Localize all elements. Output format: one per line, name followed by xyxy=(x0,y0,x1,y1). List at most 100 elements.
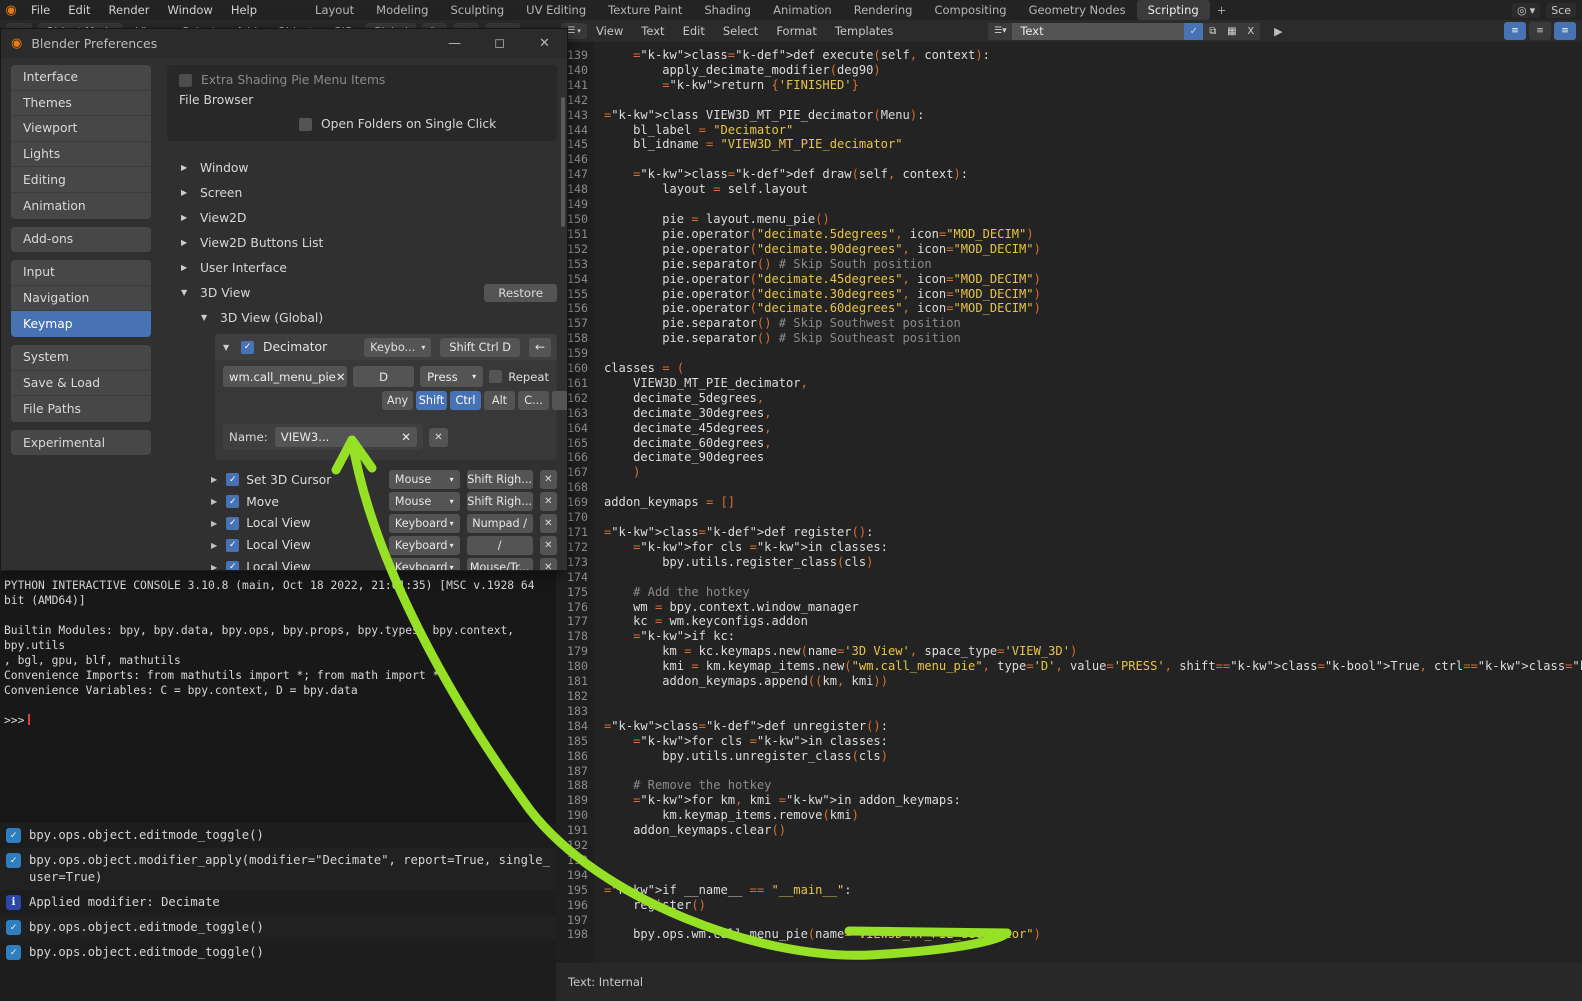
blender-logo-icon[interactable]: ◉ xyxy=(0,3,22,18)
log-row[interactable]: ✓ bpy.ops.object.editmode_toggle() xyxy=(0,823,556,848)
chevron-right-icon[interactable]: ▶ xyxy=(211,475,219,484)
line-numbers-icon[interactable]: ≡ xyxy=(1504,22,1526,40)
chevron-right-icon[interactable]: ▶ xyxy=(211,541,219,550)
checkbox[interactable] xyxy=(179,73,192,87)
syntax-highlight-icon[interactable]: ≡ xyxy=(1554,22,1576,40)
sidebar-item-add-ons[interactable]: Add-ons xyxy=(11,226,151,253)
modifier-any[interactable]: Any xyxy=(382,391,413,410)
keymap-row-local-view-1[interactable]: ▶ ✓ Local View Keyboard ▾ Numpad / ✕ xyxy=(199,513,558,535)
keymap-row-shortcut[interactable]: / xyxy=(466,535,533,555)
run-script-icon[interactable]: ▶ xyxy=(1268,23,1288,40)
preferences-main-panel[interactable]: Extra Shading Pie Menu Items File Browse… xyxy=(161,57,567,570)
keymap-row-device[interactable]: Keyboard ▾ xyxy=(388,513,460,533)
keymap-tree-window[interactable]: ▶ Window xyxy=(167,155,557,180)
modifier-shift[interactable]: Shift xyxy=(416,391,447,410)
workspace-tab-scripting[interactable]: Scripting xyxy=(1136,0,1210,20)
keymap-tree-view2d[interactable]: ▶ View2D xyxy=(167,205,557,230)
keymap-row-move[interactable]: ▶ ✓ Move Mouse ▾ Shift Righ... ✕ xyxy=(199,491,558,513)
keymap-row-checkbox[interactable]: ✓ xyxy=(226,495,240,509)
restore-arrow-icon[interactable]: ← xyxy=(529,337,551,357)
keymap-tree-user-interface[interactable]: ▶ User Interface xyxy=(167,255,557,280)
close-icon[interactable]: X xyxy=(1241,22,1261,40)
keymap-row-shortcut[interactable]: Shift Righ... xyxy=(466,492,533,512)
sidebar-item-experimental[interactable]: Experimental xyxy=(11,429,151,456)
checkbox[interactable] xyxy=(299,117,312,131)
keymap-tree-3d-view[interactable]: ▼ 3D View Restore xyxy=(167,280,557,305)
keymap-row-local-view-2[interactable]: ▶ ✓ Local View Keyboard ▾ / ✕ xyxy=(199,534,558,556)
topbar-menu-help[interactable]: Help xyxy=(222,0,266,20)
shield-check-icon[interactable]: ✓ xyxy=(1184,22,1204,40)
sidebar-item-input[interactable]: Input xyxy=(11,260,151,286)
sidebar-item-interface[interactable]: Interface xyxy=(11,65,151,91)
keymap-row-local-view-3[interactable]: ▶ ✓ Local View Keyboard ▾ Mouse/Tr... ✕ xyxy=(199,556,558,570)
preferences-titlebar[interactable]: ◉ Blender Preferences — ◻ ✕ xyxy=(1,29,567,57)
event-value-dropdown[interactable]: Press ▾ xyxy=(420,366,484,387)
keymap-row-shortcut[interactable]: Shift Righ... xyxy=(466,470,533,490)
minimize-icon[interactable]: — xyxy=(432,29,477,57)
chevron-right-icon[interactable]: ▶ xyxy=(211,497,219,506)
console-prompt-line[interactable]: >>> xyxy=(4,713,552,728)
python-console[interactable]: PYTHON INTERACTIVE CONSOLE 3.10.8 (main,… xyxy=(0,572,556,823)
x-icon[interactable]: ✕ xyxy=(336,370,346,384)
sidebar-item-lights[interactable]: Lights xyxy=(11,141,151,168)
open-folders-row[interactable]: Open Folders on Single Click xyxy=(299,117,545,131)
modifier-alt[interactable]: Alt xyxy=(484,391,515,410)
modifier-key-modifier[interactable] xyxy=(552,391,567,410)
editor-menu-format[interactable]: Format xyxy=(767,20,826,42)
preferences-scrollbar[interactable] xyxy=(561,97,565,227)
text-name-field[interactable]: Text xyxy=(1012,24,1184,38)
log-row[interactable]: ✓ bpy.ops.object.editmode_toggle() xyxy=(0,915,556,940)
keymap-subtree-3d-view-global[interactable]: ▼ 3D View (Global) xyxy=(167,305,557,330)
workspace-tab-geometry-nodes[interactable]: Geometry Nodes xyxy=(1018,0,1137,20)
workspace-tab-modeling[interactable]: Modeling xyxy=(365,0,439,20)
chevron-right-icon[interactable]: ▶ xyxy=(211,563,219,570)
blender-preferences-window[interactable]: ◉ Blender Preferences — ◻ ✕ Interface Th… xyxy=(0,28,568,570)
keymap-row-device[interactable]: Mouse ▾ xyxy=(388,492,460,512)
editor-menu-view[interactable]: View xyxy=(587,20,632,42)
cut-off-option-row[interactable]: Extra Shading Pie Menu Items xyxy=(179,73,545,87)
keymap-row-device[interactable]: Mouse ▾ xyxy=(388,470,460,490)
workspace-tab-compositing[interactable]: Compositing xyxy=(923,0,1017,20)
log-row[interactable]: i Applied modifier: Decimate xyxy=(0,890,556,915)
text-datablock-selector[interactable]: ☰▾ Text ✓ ⧉ ▦ X xyxy=(988,22,1261,40)
topbar-menu-edit[interactable]: Edit xyxy=(59,0,99,20)
word-wrap-icon[interactable]: ≡ xyxy=(1529,22,1551,40)
keymap-row-device[interactable]: Keyboard ▾ xyxy=(388,535,460,555)
workspace-tab-texture-paint[interactable]: Texture Paint xyxy=(597,0,693,20)
map-type-dropdown[interactable]: Keybo... ▾ xyxy=(364,337,432,357)
x-icon[interactable]: ✕ xyxy=(539,513,558,533)
text-editor-body[interactable]: 139 140 141 142 143 144 145 146 147 148 149 150 151 1… xyxy=(556,42,1582,963)
sidebar-item-navigation[interactable]: Navigation xyxy=(11,285,151,312)
workspace-tab-animation[interactable]: Animation xyxy=(762,0,843,20)
sidebar-item-viewport[interactable]: Viewport xyxy=(11,116,151,142)
key-field[interactable]: D xyxy=(353,366,415,387)
remove-keymap-item-button[interactable]: ✕ xyxy=(429,427,448,447)
chevron-down-icon[interactable]: ▼ xyxy=(223,343,232,352)
shortcut-display[interactable]: Shift Ctrl D xyxy=(440,337,520,357)
sidebar-item-animation[interactable]: Animation xyxy=(11,192,151,219)
sidebar-item-editing[interactable]: Editing xyxy=(11,167,151,193)
workspace-tab-uv-editing[interactable]: UV Editing xyxy=(515,0,597,20)
log-row[interactable]: ✓ bpy.ops.object.editmode_toggle() xyxy=(0,940,556,965)
scene-name-field[interactable]: Sce xyxy=(1546,2,1576,18)
add-workspace-button[interactable]: + xyxy=(1210,3,1234,17)
sidebar-item-themes[interactable]: Themes xyxy=(11,90,151,117)
scene-selector[interactable]: ◎ ▾ xyxy=(1512,2,1541,18)
sidebar-item-file-paths[interactable]: File Paths xyxy=(11,396,151,422)
code-area[interactable]: ="k-kw">class="k-def">def execute(self, … xyxy=(594,42,1582,963)
menu-name-field[interactable]: VIEW3... ✕ xyxy=(274,427,417,447)
keymap-row-checkbox[interactable]: ✓ xyxy=(226,473,240,487)
sidebar-item-keymap[interactable]: Keymap xyxy=(11,311,151,337)
workspace-tab-shading[interactable]: Shading xyxy=(693,0,762,20)
text-datablock-icon[interactable]: ☰▾ xyxy=(988,22,1013,40)
workspace-tab-sculpting[interactable]: Sculpting xyxy=(439,0,515,20)
x-icon[interactable]: ✕ xyxy=(539,557,558,570)
sidebar-item-save-and-load[interactable]: Save & Load xyxy=(11,370,151,397)
repeat-checkbox[interactable] xyxy=(489,370,503,383)
keymap-row-checkbox[interactable]: ✓ xyxy=(226,538,240,552)
topbar-menu-window[interactable]: Window xyxy=(158,0,221,20)
workspace-tab-rendering[interactable]: Rendering xyxy=(843,0,924,20)
modifier-cmd[interactable]: C... xyxy=(518,391,549,410)
log-row[interactable]: ✓ bpy.ops.object.modifier_apply(modifier… xyxy=(0,848,556,890)
keymap-row-shortcut[interactable]: Numpad / xyxy=(466,513,533,533)
